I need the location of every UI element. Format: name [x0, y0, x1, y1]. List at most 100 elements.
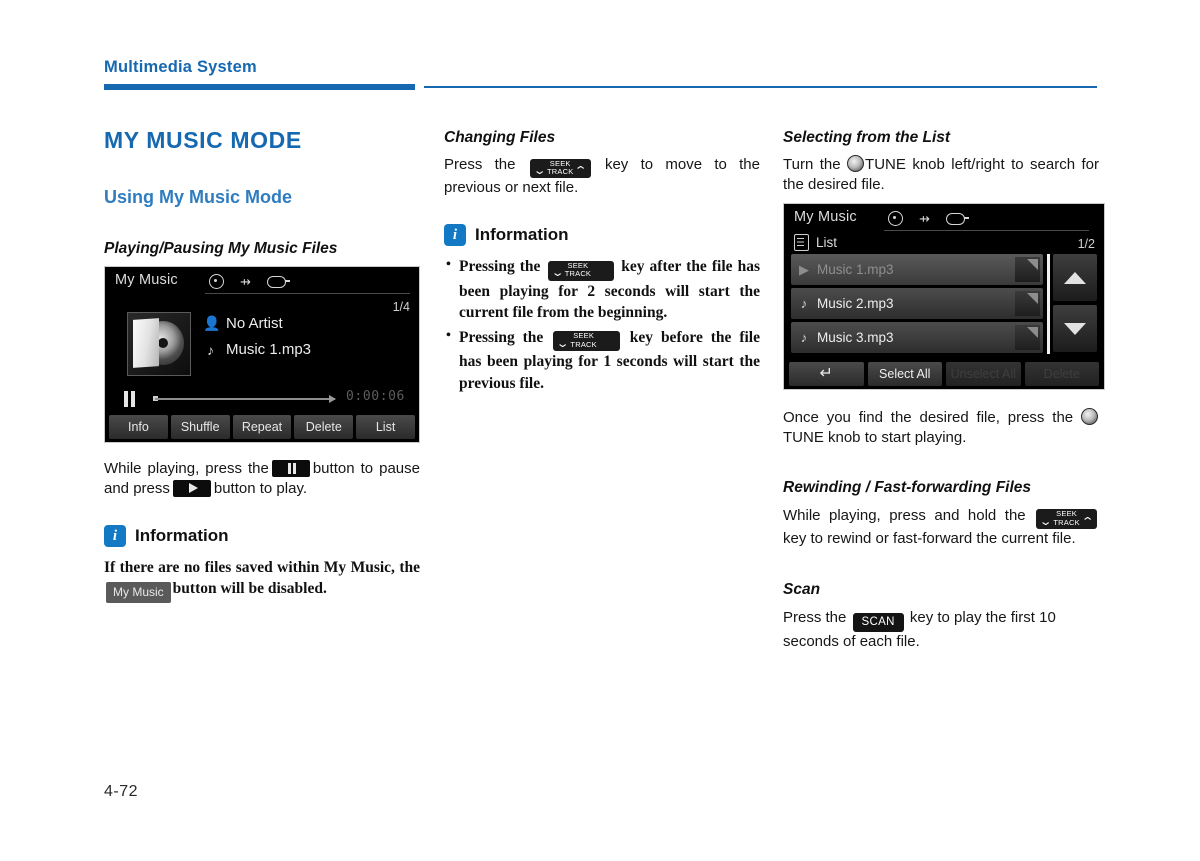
- elapsed-time: 0:00:06: [346, 389, 405, 405]
- list-item[interactable]: ♪ Music 2.mp3: [791, 288, 1043, 320]
- information-icon: i: [104, 525, 126, 548]
- information-header-left: i Information: [104, 525, 420, 548]
- after-list-paragraph: Once you find the desired file, press th…: [783, 408, 1099, 448]
- select-all-button[interactable]: Select All: [867, 362, 942, 387]
- rewind-text-1: While playing, press and hold the: [783, 506, 1026, 524]
- track-list: ▶ Music 1.mp3 ♪ Music 2.mp3 ♪ Music 3.mp…: [791, 254, 1043, 356]
- section-heading-rewinding: Rewinding / Fast-forwarding Files: [783, 479, 1032, 497]
- scrollbar[interactable]: [1047, 254, 1050, 355]
- track-metadata: 👤 No Artist ♪ Music 1.mp3: [203, 315, 311, 367]
- section-heading-scan: Scan: [783, 581, 821, 599]
- select-text-1: Turn the: [783, 156, 841, 174]
- back-arrow-icon: ↵: [819, 365, 833, 383]
- scroll-up-arrow-icon: [1064, 271, 1086, 284]
- usb-icon: ⇸: [919, 211, 930, 227]
- page-number: 4-72: [104, 783, 139, 800]
- list-item[interactable]: ♪ Music 3.mp3: [791, 322, 1043, 354]
- information-bullet-list: Pressing the ⌄SEEKTRACK key after the fi…: [444, 255, 760, 393]
- seek-track-key-glyph: ⌄ SEEK TRACK: [553, 331, 620, 352]
- bullet1-pre: Pressing the: [459, 258, 541, 276]
- selecting-list-paragraph: Turn the TUNE knob left/right to search …: [783, 155, 1099, 195]
- running-head-chapter: Multimedia System: [104, 58, 257, 76]
- after-list-text-2: TUNE knob to start playing.: [783, 429, 967, 447]
- delete-button: Delete: [1024, 362, 1099, 387]
- seek-track-label: SEEK TRACK: [547, 158, 574, 177]
- disc-icon: [209, 274, 224, 290]
- scan-paragraph: Press the SCAN key to play the first 10 …: [783, 608, 1099, 652]
- information-title: Information: [135, 526, 229, 546]
- row-checkbox[interactable]: [1015, 257, 1040, 283]
- play-pause-paragraph: While playing, press the button to pause …: [104, 459, 420, 499]
- section-heading-selecting-list: Selecting from the List: [783, 129, 951, 146]
- back-button[interactable]: ↵: [789, 362, 864, 387]
- information-body-left: If there are no files saved within My Mu…: [104, 557, 420, 603]
- list-item-label: Music 1.mp3: [817, 262, 894, 278]
- row-checkbox[interactable]: [1015, 325, 1040, 351]
- row-checkbox[interactable]: [1015, 291, 1040, 317]
- list-icon: [794, 234, 809, 252]
- list-item-label: Music 2.mp3: [817, 296, 894, 312]
- list-page-indicator: 1/2: [1077, 237, 1095, 252]
- right-column: Selecting from the List Turn the TUNE kn…: [783, 128, 1105, 658]
- info-text-1: If there are no files saved within My Mu…: [104, 559, 420, 577]
- scroll-down-button[interactable]: [1053, 305, 1097, 353]
- list-top-bar: My Music ⇸: [784, 204, 1104, 232]
- seek-track-label: SEEK TRACK: [1053, 509, 1080, 527]
- list-subtitle-row: List: [794, 234, 837, 252]
- list-screen-title: My Music: [794, 209, 857, 226]
- my-music-list-screenshot: My Music ⇸ List 1/2 ▶ Music 1.mp3 ♪ Musi…: [783, 203, 1105, 391]
- album-art: [127, 312, 191, 377]
- player-button-repeat[interactable]: Repeat: [232, 415, 292, 440]
- note-icon: ♪: [800, 330, 808, 346]
- seek-track-key-glyph: ⌄ SEEK TRACK: [547, 260, 615, 281]
- info-text-2: button will be disabled.: [172, 580, 327, 598]
- left-column: MY MUSIC MODE Using My Music Mode Playin…: [104, 127, 420, 603]
- section-heading-playing-pausing: Playing/Pausing My Music Files: [104, 239, 338, 257]
- chevron-down-icon: ⌄: [550, 267, 565, 280]
- player-button-delete[interactable]: Delete: [294, 415, 354, 440]
- manual-page: Multimedia System MY MUSIC MODE Using My…: [0, 0, 1200, 861]
- artist-row: 👤 No Artist: [203, 315, 311, 332]
- chevron-up-icon: ⌃: [574, 165, 588, 178]
- info-bullet-1: Pressing the ⌄SEEKTRACK key after the fi…: [444, 255, 760, 323]
- player-button-shuffle[interactable]: Shuffle: [170, 415, 230, 440]
- bullet2-pre: Pressing the: [459, 328, 544, 346]
- transport-bar: 0:00:06: [123, 389, 405, 409]
- chevron-down-icon: ⌄: [532, 165, 547, 178]
- my-music-player-screenshot: My Music ⇸ 1/4 👤 No Artist ♪ Music 1.mp3…: [104, 266, 420, 444]
- seek-track-key-glyph: ⌄ SEEK TRACK ⌃: [1036, 509, 1098, 529]
- play-pause-text-3: button to play.: [213, 480, 307, 498]
- rewinding-paragraph: While playing, press and hold the ⌄ SEEK T…: [783, 506, 1099, 549]
- scroll-up-button[interactable]: [1053, 254, 1097, 302]
- player-status-icons: ⇸: [209, 274, 290, 290]
- list-item-label: Music 3.mp3: [817, 330, 894, 346]
- list-item[interactable]: ▶ Music 1.mp3: [791, 254, 1043, 286]
- middle-column: Changing Files Press the ⌄ SEEK TRACK ⌃ key…: [444, 128, 760, 398]
- player-button-list[interactable]: List: [356, 415, 415, 440]
- player-button-info[interactable]: Info: [109, 415, 168, 440]
- page-title: MY MUSIC MODE: [104, 127, 302, 153]
- list-button-bar: ↵ Select All Unselect All Delete: [784, 359, 1104, 390]
- pause-key-glyph: [271, 460, 310, 478]
- play-icon: ▶: [799, 261, 809, 277]
- list-status-icons: ⇸: [888, 211, 969, 227]
- player-button-bar: Info Shuffle Repeat Delete List: [105, 412, 419, 443]
- tune-knob-icon: [847, 155, 865, 173]
- track-row: ♪ Music 1.mp3: [203, 341, 311, 358]
- pause-state-icon: [123, 391, 137, 408]
- aux-icon: [945, 212, 969, 225]
- chevron-down-icon: ⌄: [1038, 515, 1053, 528]
- tune-knob-icon: [1081, 408, 1098, 426]
- unselect-all-button: Unselect All: [946, 362, 1021, 387]
- usb-icon: ⇸: [240, 274, 251, 290]
- top-bar-underline: [884, 230, 1089, 232]
- top-bar-underline: [205, 293, 410, 295]
- progress-track[interactable]: [155, 395, 336, 404]
- scroll-controls: [1047, 254, 1097, 356]
- player-top-bar: My Music ⇸: [105, 267, 419, 295]
- scan-key-glyph: SCAN: [852, 612, 904, 633]
- sleeve-artwork-icon: [133, 318, 159, 369]
- seek-track-label: SEEK TRACK: [564, 260, 592, 279]
- section-heading-changing-files: Changing Files: [444, 129, 556, 146]
- chevron-down-icon: ⌄: [555, 337, 570, 350]
